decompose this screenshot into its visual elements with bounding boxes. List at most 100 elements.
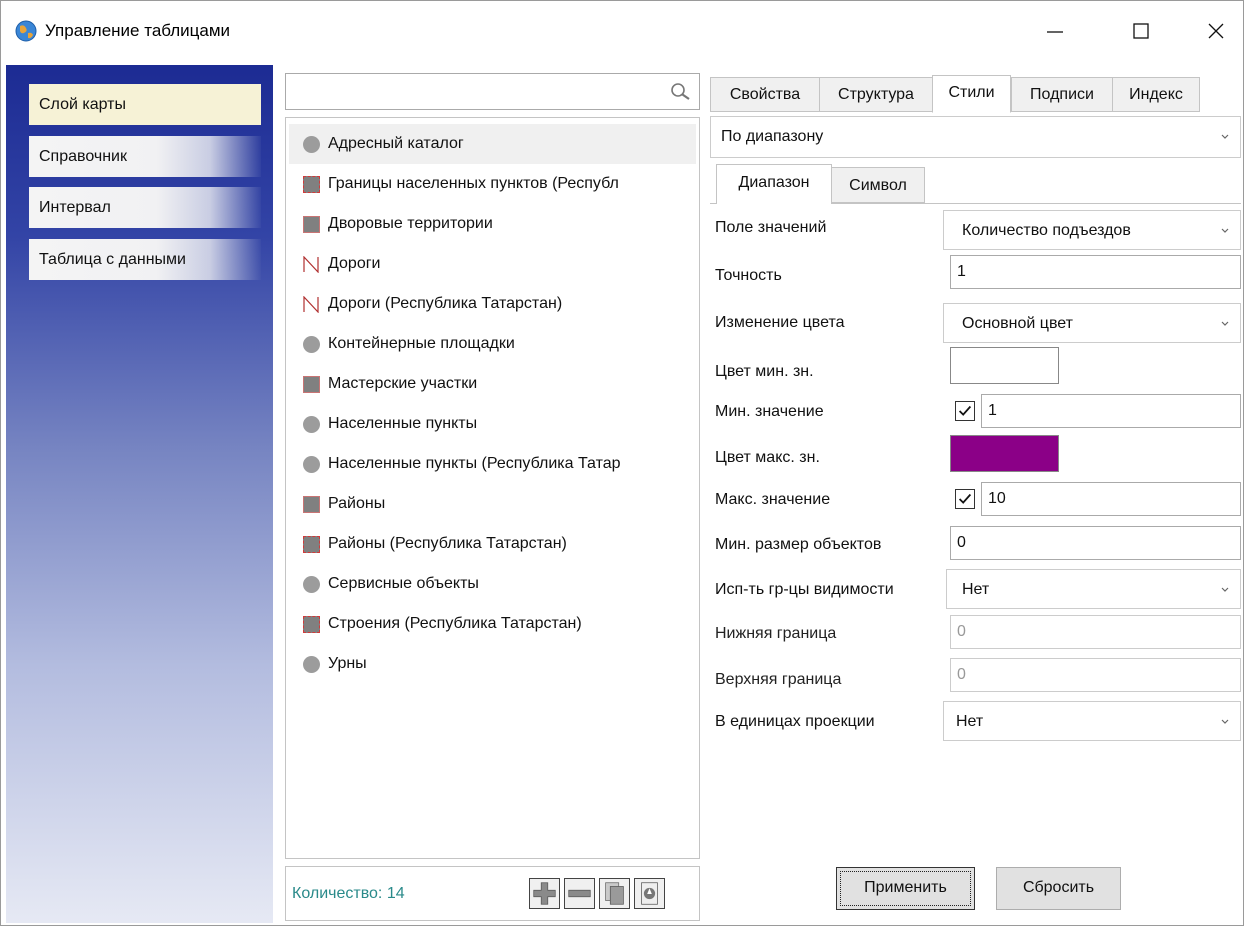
chevron-down-icon xyxy=(1221,587,1229,592)
projection-units-select[interactable]: Нет xyxy=(943,701,1241,741)
point-icon xyxy=(303,336,320,353)
tab-index[interactable]: Индекс xyxy=(1112,77,1200,112)
min-size-input[interactable]: 0 xyxy=(950,526,1241,560)
reset-button-label: Сбросить xyxy=(1022,879,1095,896)
point-icon xyxy=(303,416,320,433)
subtab-range[interactable]: Диапазон xyxy=(716,164,832,204)
tab-properties[interactable]: Свойства xyxy=(710,77,820,112)
sidebar-item-label: Слой карты xyxy=(39,96,126,113)
table-manager-window: Управление таблицами Слой карты Справочн… xyxy=(0,0,1244,926)
precision-label: Точность xyxy=(715,267,782,284)
min-value-checkbox[interactable] xyxy=(955,401,975,421)
subtab-symbol[interactable]: Символ xyxy=(831,167,925,203)
projection-units-label: В единицах проекции xyxy=(715,713,875,730)
max-value-value: 10 xyxy=(988,490,1006,507)
polygon-icon xyxy=(303,536,320,553)
tab-structure[interactable]: Структура xyxy=(819,77,933,112)
list-item[interactable]: Районы (Республика Татарстан) xyxy=(289,524,696,564)
list-item-label: Дворовые территории xyxy=(328,215,493,232)
list-item[interactable]: Районы xyxy=(289,484,696,524)
list-item[interactable]: Сервисные объекты xyxy=(289,564,696,604)
list-item[interactable]: Населенные пункты (Республика Татар xyxy=(289,444,696,484)
sidebar-item-label: Интервал xyxy=(39,199,111,216)
point-icon xyxy=(303,576,320,593)
list-item-label: Контейнерные площадки xyxy=(328,335,515,352)
copy-icon[interactable] xyxy=(599,878,630,909)
style-mode-value: По диапазону xyxy=(721,128,824,145)
lower-bound-input: 0 xyxy=(950,615,1241,649)
remove-icon[interactable] xyxy=(564,878,595,909)
projection-units-value: Нет xyxy=(956,713,984,730)
list-item[interactable]: Дворовые территории xyxy=(289,204,696,244)
list-item[interactable]: Дороги (Республика Татарстан) xyxy=(289,284,696,324)
list-item[interactable]: Границы населенных пунктов (Республ xyxy=(289,164,696,204)
list-item[interactable]: Строения (Республика Татарстан) xyxy=(289,604,696,644)
upper-bound-input: 0 xyxy=(950,658,1241,692)
min-value-label: Мин. значение xyxy=(715,403,824,420)
tab-label: Стили xyxy=(948,84,995,101)
tab-styles[interactable]: Стили xyxy=(932,75,1011,113)
list-item[interactable]: Контейнерные площадки xyxy=(289,324,696,364)
tab-labels[interactable]: Подписи xyxy=(1011,77,1113,112)
minimize-icon[interactable] xyxy=(1043,19,1067,43)
max-value-input[interactable]: 10 xyxy=(981,482,1241,516)
list-item-label: Границы населенных пунктов (Республ xyxy=(328,175,619,192)
value-field-select[interactable]: Количество подъездов xyxy=(943,210,1241,250)
line-icon xyxy=(303,256,319,273)
value-field-label: Поле значений xyxy=(715,219,827,236)
precision-input[interactable]: 1 xyxy=(950,255,1241,289)
upper-bound-value: 0 xyxy=(957,666,966,683)
min-color-label: Цвет мин. зн. xyxy=(715,363,814,380)
list-item[interactable]: Дороги xyxy=(289,244,696,284)
subtab-label: Диапазон xyxy=(738,174,810,191)
tab-label: Структура xyxy=(838,86,914,103)
item-count: Количество: 14 xyxy=(292,885,405,902)
search-icon[interactable] xyxy=(669,81,691,103)
sidebar-item-label: Таблица с данными xyxy=(39,251,186,268)
use-visibility-value: Нет xyxy=(962,581,990,598)
add-icon[interactable] xyxy=(529,878,560,909)
sidebar-item-map-layer[interactable]: Слой карты xyxy=(29,84,261,125)
list-item-label: Населенные пункты (Республика Татар xyxy=(328,455,621,472)
sidebar: Слой карты Справочник Интервал Таблица с… xyxy=(6,65,273,923)
sidebar-item-reference[interactable]: Справочник xyxy=(29,136,261,177)
max-color-swatch[interactable] xyxy=(950,435,1059,472)
sidebar-item-data-table[interactable]: Таблица с данными xyxy=(29,239,261,280)
list-item-label: Населенные пункты xyxy=(328,415,478,432)
apply-button[interactable]: Применить xyxy=(836,867,975,910)
use-visibility-select[interactable]: Нет xyxy=(946,569,1241,609)
list-item-label: Районы xyxy=(328,495,386,512)
list-item[interactable]: Урны xyxy=(289,644,696,684)
title-bar: Управление таблицами xyxy=(1,1,1243,61)
point-icon xyxy=(303,656,320,673)
color-change-select[interactable]: Основной цвет xyxy=(943,303,1241,343)
style-mode-select[interactable]: По диапазону xyxy=(710,116,1241,158)
tab-label: Индекс xyxy=(1129,86,1183,103)
use-visibility-label: Исп-ть гр-цы видимости xyxy=(715,581,894,598)
list-item[interactable]: Населенные пункты xyxy=(289,404,696,444)
reset-button[interactable]: Сбросить xyxy=(996,867,1121,910)
close-icon[interactable] xyxy=(1204,19,1228,43)
list-item[interactable]: Мастерские участки xyxy=(289,364,696,404)
lower-bound-label: Нижняя граница xyxy=(715,625,837,642)
max-value-checkbox[interactable] xyxy=(955,489,975,509)
list-item-label: Дороги xyxy=(328,255,381,272)
export-icon[interactable] xyxy=(634,878,665,909)
window-title: Управление таблицами xyxy=(45,21,231,40)
min-size-label: Мин. размер объектов xyxy=(715,536,882,553)
max-value-label: Макс. значение xyxy=(715,491,831,508)
sidebar-item-interval[interactable]: Интервал xyxy=(29,187,261,228)
globe-icon xyxy=(15,20,37,42)
min-color-swatch[interactable] xyxy=(950,347,1059,384)
maximize-icon[interactable] xyxy=(1129,19,1153,43)
search-input[interactable] xyxy=(285,73,700,110)
chevron-down-icon xyxy=(1221,228,1229,233)
list-item-label: Районы (Республика Татарстан) xyxy=(328,535,567,552)
max-color-label: Цвет макс. зн. xyxy=(715,449,820,466)
tab-label: Свойства xyxy=(729,86,801,103)
point-icon xyxy=(303,136,320,153)
list-item-label: Мастерские участки xyxy=(328,375,478,392)
list-item[interactable]: Адресный каталог xyxy=(289,124,696,164)
min-value-input[interactable]: 1 xyxy=(981,394,1241,428)
tab-label: Подписи xyxy=(1030,86,1094,103)
